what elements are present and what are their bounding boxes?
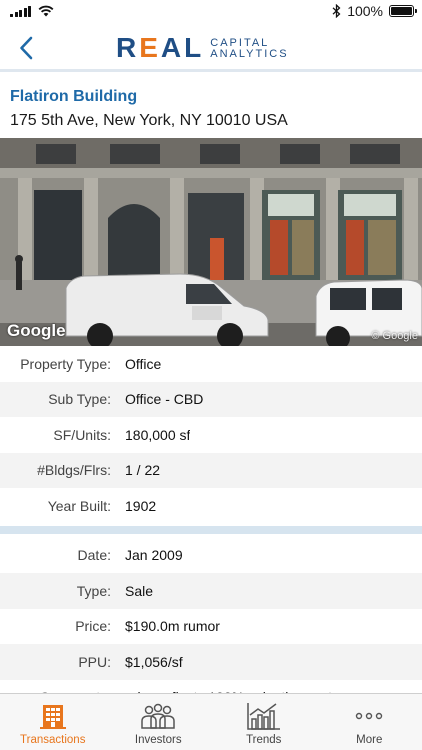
tab-transactions[interactable]: Transactions [0, 694, 106, 750]
status-left [10, 5, 54, 17]
tab-bar: Transactions Investors Trends More [0, 693, 422, 750]
detail-label: #Bldgs/Flrs: [37, 462, 111, 479]
logo-sub: CAPITAL ANALYTICS [210, 36, 289, 60]
detail-value: 180,000 sf [125, 426, 191, 443]
wifi-icon [38, 5, 54, 17]
tab-more[interactable]: More [317, 694, 422, 750]
detail-row-type: Type: Sale [0, 573, 422, 609]
detail-row-property-type: Property Type: Office [0, 346, 422, 382]
detail-value: 1902 [125, 497, 157, 514]
property-name: Flatiron Building [10, 88, 138, 105]
tab-label: Trends [246, 734, 282, 746]
detail-value: 1 / 22 [125, 462, 161, 479]
bluetooth-icon [332, 4, 341, 18]
detail-label: SF/Units: [53, 426, 111, 443]
tab-label: Transactions [20, 734, 86, 746]
detail-value: Sale [125, 582, 154, 599]
detail-row-sub-type: Sub Type: Office - CBD [0, 381, 422, 417]
logo: REAL CAPITAL ANALYTICS [116, 34, 289, 62]
detail-value: $1,056/sf [125, 653, 183, 670]
status-right: 100% [332, 3, 417, 19]
detail-row-year-built: Year Built: 1902 [0, 488, 422, 524]
google-watermark: Google [7, 321, 66, 340]
logo-main-text: REAL [116, 32, 205, 63]
back-button[interactable] [14, 33, 38, 63]
property-header: Flatiron Building 175 5th Ave, New York,… [10, 86, 414, 132]
detail-label: Year Built: [47, 497, 111, 514]
detail-row-bldgs-flrs: #Bldgs/Flrs: 1 / 22 [0, 452, 422, 488]
tab-investors[interactable]: Investors [106, 694, 212, 750]
chevron-left-icon [20, 36, 33, 60]
nav-bar: REAL CAPITAL ANALYTICS [0, 26, 422, 72]
detail-label: Date: [77, 547, 111, 564]
battery-percent: 100% [347, 3, 383, 19]
building-icon [38, 701, 68, 731]
street-scene [0, 138, 422, 346]
detail-row-ppu: PPU: $1,056/sf [0, 644, 422, 680]
logo-sub-capital: CAPITAL [210, 36, 270, 49]
section-divider [0, 525, 422, 534]
logo-sub-analytics: ANALYTICS [210, 47, 289, 60]
property-info-group: Property Type: Office Sub Type: Office -… [0, 346, 422, 524]
detail-value: Jan 2009 [125, 547, 183, 564]
chart-icon [246, 701, 282, 731]
google-copyright: © Google [371, 330, 418, 342]
detail-value: Office - CBD [125, 391, 204, 408]
detail-label: Sub Type: [48, 391, 111, 408]
transaction-info-group: Date: Jan 2009 Type: Sale Price: $190.0m… [0, 538, 422, 716]
status-bar: 100% [0, 0, 422, 26]
detail-row-date: Date: Jan 2009 [0, 538, 422, 574]
more-icon [355, 701, 383, 731]
detail-label: Property Type: [20, 355, 111, 372]
detail-label: PPU: [78, 653, 111, 670]
detail-label: Price: [75, 618, 111, 635]
tab-label: Investors [134, 734, 182, 746]
street-view-image[interactable]: Google © Google [0, 138, 422, 346]
battery-icon [389, 5, 417, 17]
detail-value: $190.0m rumor [125, 618, 220, 635]
logo-main: REAL [116, 34, 204, 62]
detail-row-sf-units: SF/Units: 180,000 sf [0, 417, 422, 453]
detail-row-price: Price: $190.0m rumor [0, 609, 422, 645]
property-details: Property Type: Office Sub Type: Office -… [0, 346, 422, 715]
property-address: 175 5th Ave, New York, NY 10010 USA [10, 112, 288, 129]
signal-icon [10, 5, 31, 17]
detail-label: Type: [76, 582, 111, 599]
tab-label: More [356, 734, 383, 746]
tab-trends[interactable]: Trends [211, 694, 317, 750]
people-icon [139, 701, 177, 731]
detail-value: Office [125, 355, 162, 372]
